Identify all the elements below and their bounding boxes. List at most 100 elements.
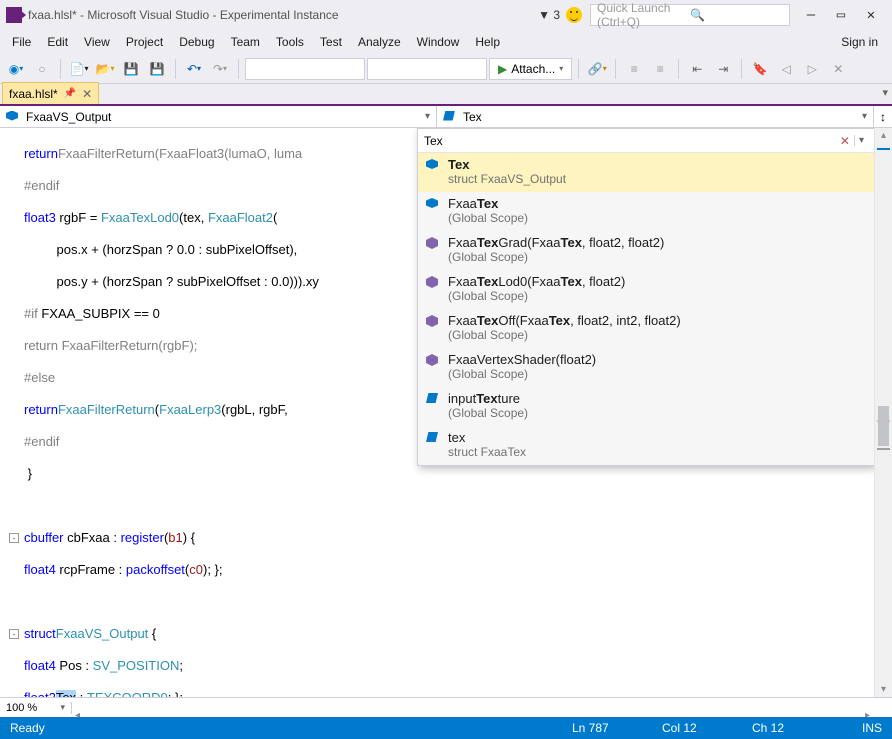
sign-in-link[interactable]: Sign in: [831, 31, 888, 53]
popup-item-title: FxaaTexLod0(FxaaTex, float2): [448, 274, 866, 289]
minimize-button[interactable]: –: [796, 4, 826, 26]
popup-item-title: FxaaTexOff(FxaaTex, float2, int2, float2…: [448, 313, 866, 328]
filter-dropdown[interactable]: ▾: [854, 135, 868, 146]
method-icon: [426, 315, 440, 329]
prev-bookmark-button[interactable]: ◁: [774, 57, 798, 81]
solution-platform-dropdown[interactable]: [367, 58, 487, 80]
menu-debug[interactable]: Debug: [171, 31, 222, 53]
play-icon: ▶: [498, 62, 507, 76]
vertical-scrollbar[interactable]: ▴ ▾: [874, 128, 892, 697]
notification-flag[interactable]: ▼ 3: [538, 8, 560, 22]
status-bar: Ready Ln 787 Col 12 Ch 12 INS: [0, 717, 892, 739]
pin-icon[interactable]: 📌: [64, 88, 76, 99]
open-file-button[interactable]: 📂▾: [93, 57, 117, 81]
bookmark-button[interactable]: 🔖: [748, 57, 772, 81]
new-project-button[interactable]: 📄▾: [67, 57, 91, 81]
field-icon: [426, 432, 440, 446]
menu-edit[interactable]: Edit: [39, 31, 76, 53]
status-line: Ln 787: [572, 721, 662, 735]
chevron-down-icon: ▾: [862, 111, 867, 122]
save-all-button[interactable]: 💾: [145, 57, 169, 81]
status-ins: INS: [842, 721, 882, 735]
feedback-smiley-icon[interactable]: [566, 7, 582, 23]
editor-container: return FxaaFilterReturn(FxaaFloat3(lumaO…: [0, 128, 892, 717]
undo-button[interactable]: ↶▾: [182, 57, 206, 81]
menu-file[interactable]: File: [4, 31, 39, 53]
next-bookmark-button[interactable]: ▷: [800, 57, 824, 81]
redo-button[interactable]: ↷▾: [208, 57, 232, 81]
popup-item[interactable]: Texstruct FxaaVS_Output: [418, 153, 874, 192]
clear-icon[interactable]: ✕: [840, 134, 850, 148]
scroll-up-icon[interactable]: ▴: [875, 130, 892, 141]
popup-item[interactable]: FxaaVertexShader(float2)(Global Scope): [418, 348, 874, 387]
menu-test[interactable]: Test: [312, 31, 350, 53]
status-col: Col 12: [662, 721, 752, 735]
popup-list: Texstruct FxaaVS_OutputFxaaTex(Global Sc…: [418, 153, 874, 465]
popup-item[interactable]: FxaaTexLod0(FxaaTex, float2)(Global Scop…: [418, 270, 874, 309]
struct-icon: [426, 198, 440, 212]
navigation-bar: FxaaVS_Output ▾ Tex ▾ ↕: [0, 106, 892, 128]
field-icon: [443, 111, 457, 123]
popup-item-subtitle: struct FxaaVS_Output: [448, 172, 866, 186]
indent-right-button[interactable]: ⇥: [711, 57, 735, 81]
method-icon: [426, 354, 440, 368]
menu-analyze[interactable]: Analyze: [350, 31, 409, 53]
status-ch: Ch 12: [752, 721, 842, 735]
save-button[interactable]: 💾: [119, 57, 143, 81]
nav-forward-button[interactable]: ○: [30, 57, 54, 81]
scope-dropdown[interactable]: FxaaVS_Output ▾: [0, 106, 437, 127]
method-icon: [426, 276, 440, 290]
document-tab-fxaa[interactable]: fxaa.hlsl* 📌 ✕: [2, 82, 99, 104]
maximize-button[interactable]: ▭: [826, 4, 856, 26]
tab-overflow-button[interactable]: ▾: [882, 86, 888, 99]
nav-back-button[interactable]: ◉▾: [4, 57, 28, 81]
menu-help[interactable]: Help: [467, 31, 508, 53]
document-tab-well: fxaa.hlsl* 📌 ✕ ▾: [0, 84, 892, 106]
popup-item[interactable]: texstruct FxaaTex: [418, 426, 874, 465]
solution-config-dropdown[interactable]: [245, 58, 365, 80]
attach-button[interactable]: ▶ Attach... ▾: [489, 58, 572, 80]
member-dropdown[interactable]: Tex ▾: [437, 106, 874, 127]
popup-item[interactable]: FxaaTex(Global Scope): [418, 192, 874, 231]
status-ready: Ready: [10, 721, 572, 735]
browser-link-button[interactable]: 🔗▾: [585, 57, 609, 81]
split-editor-button[interactable]: ↕: [874, 106, 892, 127]
popup-item-title: FxaaVertexShader(float2): [448, 352, 866, 367]
menu-tools[interactable]: Tools: [268, 31, 312, 53]
popup-item[interactable]: inputTexture(Global Scope): [418, 387, 874, 426]
popup-item-subtitle: (Global Scope): [448, 367, 866, 381]
menu-project[interactable]: Project: [118, 31, 171, 53]
scroll-down-icon[interactable]: ▾: [875, 684, 892, 695]
quick-launch-input[interactable]: Quick Launch (Ctrl+Q) 🔍: [590, 4, 790, 26]
menu-bar: File Edit View Project Debug Team Tools …: [0, 30, 892, 54]
popup-item-subtitle: (Global Scope): [448, 406, 866, 420]
menu-view[interactable]: View: [76, 31, 118, 53]
popup-item-title: tex: [448, 430, 866, 445]
comment-out-button[interactable]: ≡: [622, 57, 646, 81]
zoom-dropdown[interactable]: 100 %▾: [0, 702, 72, 714]
scroll-thumb[interactable]: [878, 406, 889, 446]
main-toolbar: ◉▾ ○ 📄▾ 📂▾ 💾 💾 ↶▾ ↷▾ ▶ Attach... ▾ 🔗▾ ≡ …: [0, 54, 892, 84]
menu-window[interactable]: Window: [409, 31, 468, 53]
close-tab-icon[interactable]: ✕: [82, 87, 92, 101]
popup-item-subtitle: (Global Scope): [448, 211, 866, 225]
popup-search-row: ✕ ▾: [418, 129, 874, 153]
close-button[interactable]: ✕: [856, 4, 886, 26]
popup-item[interactable]: FxaaTexGrad(FxaaTex, float2, float2)(Glo…: [418, 231, 874, 270]
editor-footer: 100 %▾: [0, 697, 892, 717]
popup-item-title: inputTexture: [448, 391, 866, 406]
chevron-down-icon: ▾: [425, 111, 430, 122]
popup-item[interactable]: FxaaTexOff(FxaaTex, float2, int2, float2…: [418, 309, 874, 348]
popup-search-input[interactable]: [424, 134, 836, 148]
window-title: fxaa.hlsl* - Microsoft Visual Studio - E…: [28, 8, 339, 22]
method-icon: [426, 237, 440, 251]
indent-left-button[interactable]: ⇤: [685, 57, 709, 81]
vs-logo-icon: [6, 7, 22, 23]
clear-bookmarks-button[interactable]: ✕: [826, 57, 850, 81]
quick-launch-placeholder: Quick Launch (Ctrl+Q): [597, 1, 690, 29]
uncomment-button[interactable]: ≡: [648, 57, 672, 81]
menu-team[interactable]: Team: [223, 31, 268, 53]
popup-item-subtitle: (Global Scope): [448, 289, 866, 303]
popup-item-subtitle: (Global Scope): [448, 250, 866, 264]
popup-item-subtitle: (Global Scope): [448, 328, 866, 342]
